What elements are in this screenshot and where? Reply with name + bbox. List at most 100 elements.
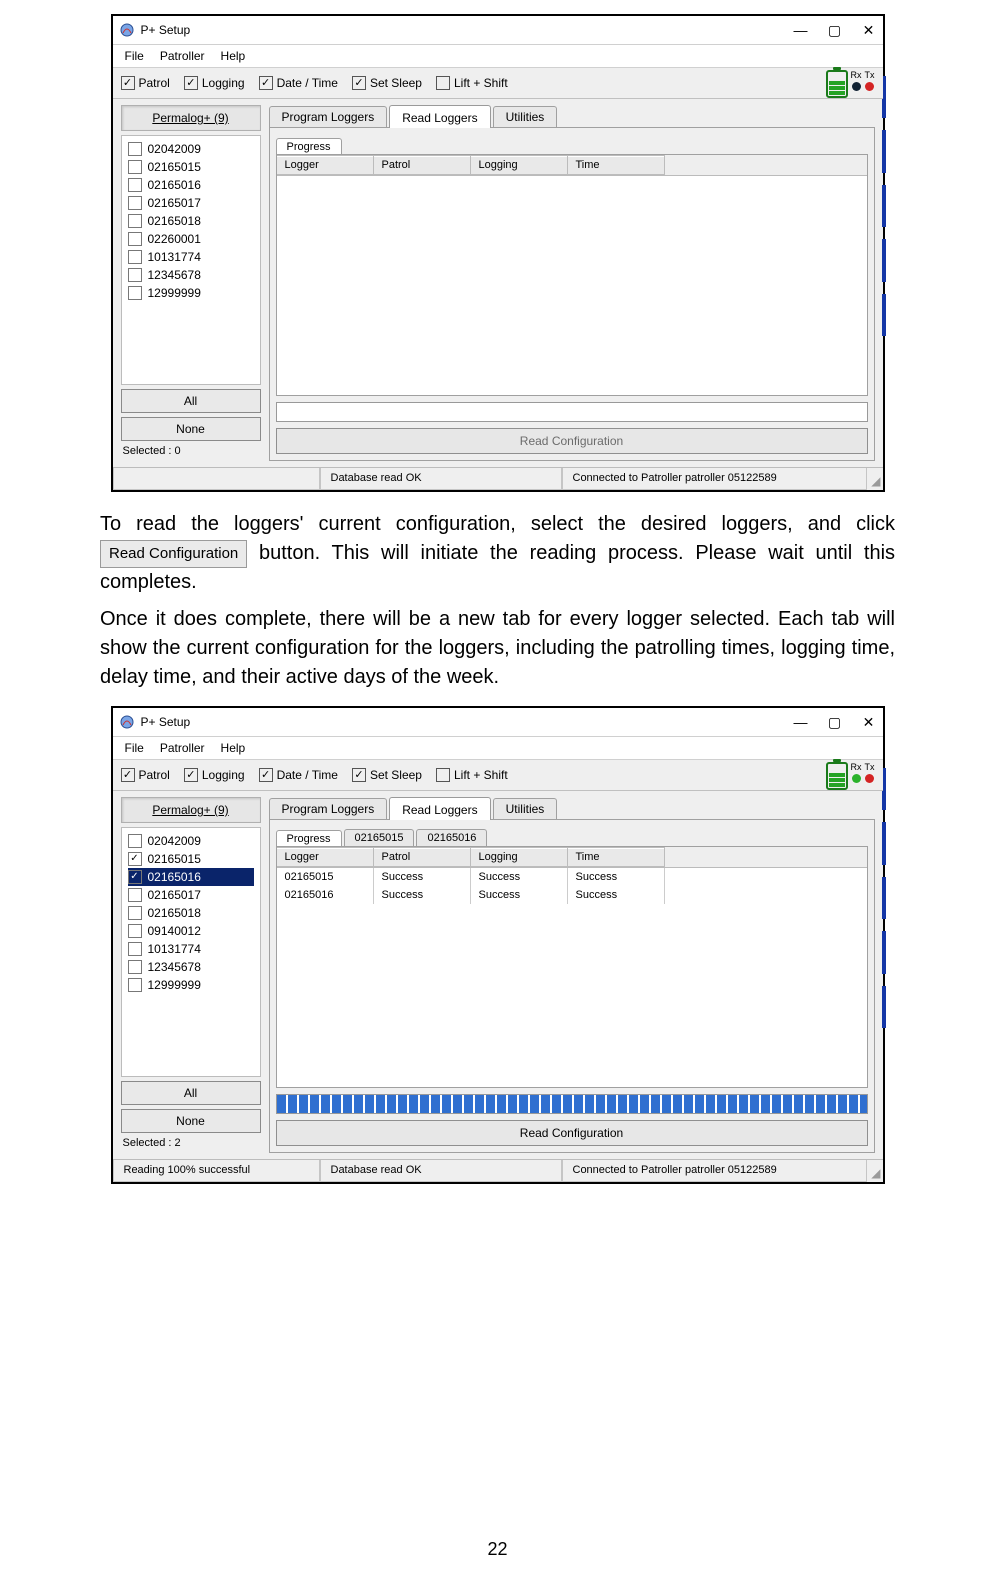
- logger-id: 02165018: [148, 904, 201, 922]
- logger-checkbox[interactable]: [128, 286, 142, 300]
- select-all-button[interactable]: All: [121, 1081, 261, 1105]
- logger-checkbox[interactable]: [128, 196, 142, 210]
- menu-help[interactable]: Help: [213, 47, 254, 65]
- logger-list-item[interactable]: 02165018: [128, 212, 254, 230]
- rx-led: [852, 82, 861, 91]
- progress-grid: Logger Patrol Logging Time 02165015Succe…: [276, 846, 868, 1088]
- select-all-button[interactable]: All: [121, 389, 261, 413]
- progress-bar: [276, 402, 868, 422]
- logger-checkbox[interactable]: [128, 978, 142, 992]
- logger-list-item[interactable]: 12999999: [128, 284, 254, 302]
- inner-tab-progress[interactable]: Progress: [276, 830, 342, 847]
- tab-utilities[interactable]: Utilities: [493, 798, 558, 819]
- chk-datetime[interactable]: Date / Time: [259, 768, 338, 782]
- resize-grip-icon[interactable]: ◢: [867, 468, 883, 490]
- col-patrol[interactable]: Patrol: [374, 155, 471, 175]
- chk-liftshift[interactable]: Lift + Shift: [436, 76, 508, 90]
- chk-setsleep[interactable]: Set Sleep: [352, 76, 422, 90]
- close-button[interactable]: ✕: [861, 22, 877, 38]
- chk-liftshift[interactable]: Lift + Shift: [436, 768, 508, 782]
- col-logging[interactable]: Logging: [471, 847, 568, 867]
- permalog-header[interactable]: Permalog+ (9): [121, 797, 261, 823]
- col-logger[interactable]: Logger: [277, 155, 374, 175]
- inner-tab-logger-a[interactable]: 02165015: [344, 829, 415, 846]
- logger-list-item[interactable]: 10131774: [128, 248, 254, 266]
- logger-list-item[interactable]: 12999999: [128, 976, 254, 994]
- logger-list[interactable]: 0204200902165015021650160216501702165018…: [121, 135, 261, 385]
- tab-utilities[interactable]: Utilities: [493, 106, 558, 127]
- logger-list-item[interactable]: 09140012: [128, 922, 254, 940]
- chk-logging[interactable]: Logging: [184, 768, 245, 782]
- chk-patrol[interactable]: Patrol: [121, 768, 170, 782]
- logger-id: 12345678: [148, 958, 201, 976]
- minimize-button[interactable]: —: [793, 22, 809, 38]
- resize-grip-icon[interactable]: ◢: [867, 1160, 883, 1182]
- logger-checkbox[interactable]: [128, 870, 142, 884]
- logger-list-item[interactable]: 02165015: [128, 850, 254, 868]
- chk-logging[interactable]: Logging: [184, 76, 245, 90]
- chk-setsleep[interactable]: Set Sleep: [352, 768, 422, 782]
- logger-checkbox[interactable]: [128, 232, 142, 246]
- logger-checkbox[interactable]: [128, 178, 142, 192]
- logger-checkbox[interactable]: [128, 924, 142, 938]
- inner-tab-progress[interactable]: Progress: [276, 138, 342, 155]
- logger-checkbox[interactable]: [128, 834, 142, 848]
- menu-patroller[interactable]: Patroller: [152, 47, 213, 65]
- options-toolbar: Patrol Logging Date / Time Set Sleep Lif…: [113, 760, 883, 791]
- col-patrol[interactable]: Patrol: [374, 847, 471, 867]
- logger-list-item[interactable]: 02260001: [128, 230, 254, 248]
- logger-checkbox[interactable]: [128, 142, 142, 156]
- logger-list-item[interactable]: 12345678: [128, 958, 254, 976]
- read-configuration-button[interactable]: Read Configuration: [276, 428, 868, 454]
- logger-list-item[interactable]: 02165016: [128, 868, 254, 886]
- col-logger[interactable]: Logger: [277, 847, 374, 867]
- grid-cell: Success: [374, 886, 471, 904]
- col-time[interactable]: Time: [568, 847, 665, 867]
- titlebar: P+ Setup — ▢ ✕: [113, 16, 883, 45]
- inner-tab-logger-b[interactable]: 02165016: [416, 829, 487, 846]
- logger-checkbox[interactable]: [128, 942, 142, 956]
- chk-datetime[interactable]: Date / Time: [259, 76, 338, 90]
- select-none-button[interactable]: None: [121, 1109, 261, 1133]
- logger-list-item[interactable]: 02165017: [128, 886, 254, 904]
- logger-checkbox[interactable]: [128, 852, 142, 866]
- menu-patroller[interactable]: Patroller: [152, 739, 213, 757]
- logger-checkbox[interactable]: [128, 888, 142, 902]
- logger-list-item[interactable]: 02165016: [128, 176, 254, 194]
- tx-label: Tx: [865, 70, 875, 80]
- maximize-button[interactable]: ▢: [827, 22, 843, 38]
- logger-list-item[interactable]: 02042009: [128, 832, 254, 850]
- logger-checkbox[interactable]: [128, 960, 142, 974]
- logger-list-item[interactable]: 02042009: [128, 140, 254, 158]
- logger-list-item[interactable]: 02165015: [128, 158, 254, 176]
- col-time[interactable]: Time: [568, 155, 665, 175]
- logger-list-item[interactable]: 02165017: [128, 194, 254, 212]
- logger-checkbox[interactable]: [128, 160, 142, 174]
- logger-id: 02165018: [148, 212, 201, 230]
- tab-read-loggers[interactable]: Read Loggers: [389, 105, 490, 128]
- permalog-header[interactable]: Permalog+ (9): [121, 105, 261, 131]
- logger-checkbox[interactable]: [128, 906, 142, 920]
- logger-list-item[interactable]: 10131774: [128, 940, 254, 958]
- menu-file[interactable]: File: [117, 739, 152, 757]
- logger-id: 12345678: [148, 266, 201, 284]
- logger-id: 12999999: [148, 284, 201, 302]
- read-configuration-button[interactable]: Read Configuration: [276, 1120, 868, 1146]
- select-none-button[interactable]: None: [121, 417, 261, 441]
- tab-program-loggers[interactable]: Program Loggers: [269, 798, 388, 819]
- menu-file[interactable]: File: [117, 47, 152, 65]
- tab-read-loggers[interactable]: Read Loggers: [389, 797, 490, 820]
- logger-list-item[interactable]: 02165018: [128, 904, 254, 922]
- minimize-button[interactable]: —: [793, 714, 809, 730]
- logger-checkbox[interactable]: [128, 250, 142, 264]
- tab-program-loggers[interactable]: Program Loggers: [269, 106, 388, 127]
- logger-checkbox[interactable]: [128, 268, 142, 282]
- logger-list-item[interactable]: 12345678: [128, 266, 254, 284]
- logger-list[interactable]: 0204200902165015021650160216501702165018…: [121, 827, 261, 1077]
- logger-checkbox[interactable]: [128, 214, 142, 228]
- menu-help[interactable]: Help: [213, 739, 254, 757]
- close-button[interactable]: ✕: [861, 714, 877, 730]
- col-logging[interactable]: Logging: [471, 155, 568, 175]
- maximize-button[interactable]: ▢: [827, 714, 843, 730]
- chk-patrol[interactable]: Patrol: [121, 76, 170, 90]
